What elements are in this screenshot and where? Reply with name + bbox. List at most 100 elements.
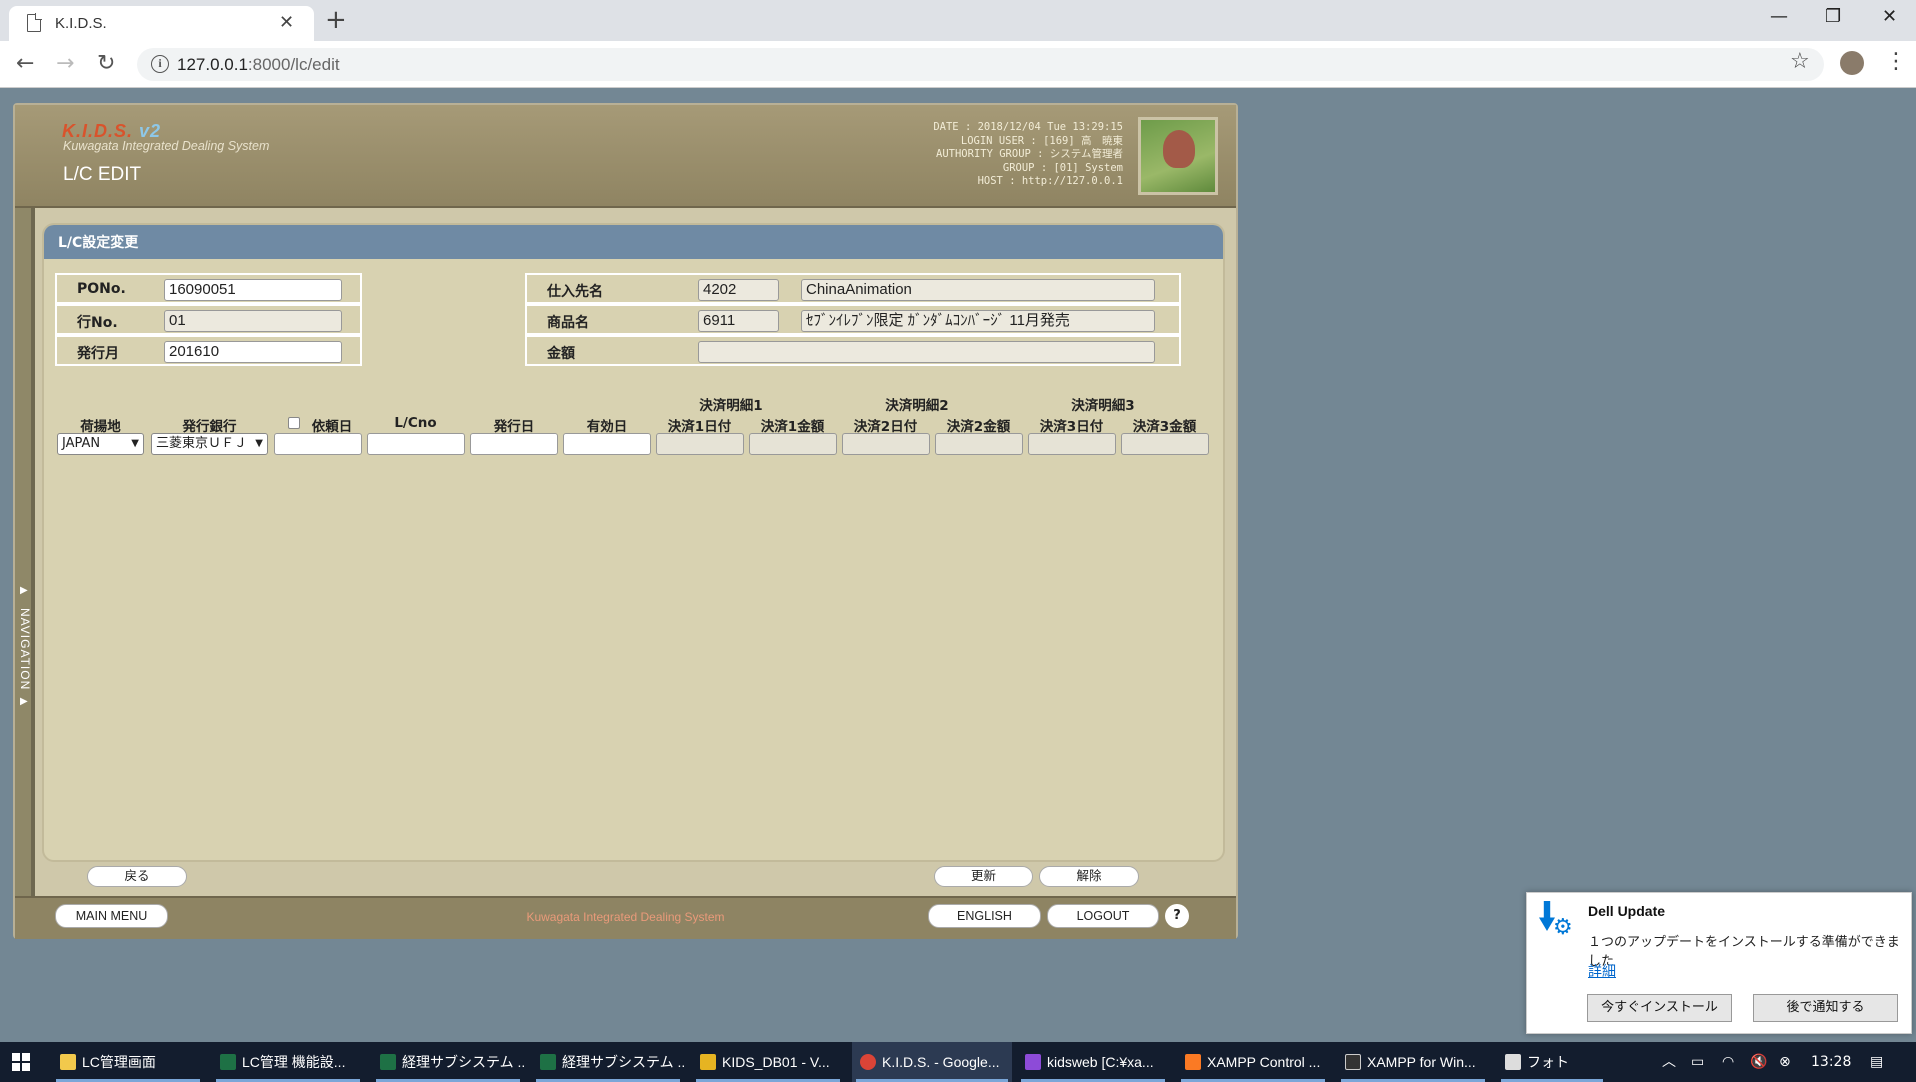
bookmark-star-icon[interactable]: ☆ (1790, 49, 1810, 74)
folder-icon (60, 1054, 76, 1070)
request-date-input[interactable] (274, 433, 362, 455)
logout-button[interactable]: LOGOUT (1047, 904, 1159, 928)
windows-start-icon[interactable] (12, 1053, 30, 1071)
product-code-input[interactable]: 6911 (698, 310, 779, 332)
new-tab-icon[interactable]: + (325, 5, 347, 35)
window-close-icon[interactable]: ✕ (1882, 6, 1897, 27)
taskbar-item-xampp-control[interactable]: XAMPP Control ... (1177, 1042, 1329, 1082)
taskbar-item-label: 経理サブシステム ... (562, 1054, 684, 1070)
install-now-button[interactable]: 今すぐインストール (1587, 994, 1732, 1022)
nav-expand-icon-bottom[interactable]: ▶ (20, 696, 28, 707)
back-arrow-icon[interactable]: ← (16, 51, 34, 76)
action-center-icon[interactable]: ▤ (1870, 1042, 1883, 1082)
kebab-menu-icon[interactable]: ⋮ (1885, 49, 1907, 74)
col-bank: 発行銀行 (182, 419, 237, 435)
info-host: HOST : http://127.0.0.1 (977, 175, 1123, 187)
info-login-user: LOGIN USER : [169] 高 暁東 (960, 134, 1123, 147)
settle2-date-input[interactable] (842, 433, 930, 455)
taskbar-item-folder[interactable]: LC管理画面 (52, 1042, 204, 1082)
settlement-group-1: 決済明細1 (699, 398, 763, 414)
logo-text: K.I.D.S. (62, 121, 134, 141)
english-button[interactable]: ENGLISH (928, 904, 1041, 928)
reload-icon[interactable]: ↻ (97, 51, 115, 76)
issue-month-input[interactable]: 201610 (164, 341, 342, 363)
remind-later-button[interactable]: 後で通知する (1753, 994, 1898, 1022)
col-request-date: 依頼日 (311, 419, 353, 435)
taskbar-item-chrome[interactable]: K.I.D.S. - Google... (852, 1042, 1012, 1082)
amount-field-row: 金額 (525, 335, 1181, 366)
col-issue-date: 発行日 (493, 419, 535, 435)
notification-details-link[interactable]: 詳細 (1588, 961, 1616, 981)
info-date: DATE : 2018/12/04 Tue 13:29:15 (933, 121, 1123, 133)
browser-tab[interactable]: K.I.D.S. ✕ (9, 6, 314, 41)
taskbar-item-phpstorm[interactable]: kidsweb [C:¥xa... (1017, 1042, 1169, 1082)
settle3-date-input[interactable] (1028, 433, 1116, 455)
restore-icon[interactable]: ❐ (1825, 6, 1841, 27)
settle2-amount-input[interactable] (935, 433, 1023, 455)
port-select[interactable]: JAPAN ▼ (57, 433, 144, 455)
issue-month-label: 発行月 (77, 346, 119, 362)
chevron-down-icon: ▼ (255, 438, 263, 449)
taskbar-item-photos[interactable]: フォト (1497, 1042, 1607, 1082)
close-tab-icon[interactable]: ✕ (279, 12, 294, 33)
dell-update-icon: ⚙ (1537, 901, 1573, 940)
taskbar-item-excel-3[interactable]: 経理サブシステム ... (532, 1042, 684, 1082)
port-select-value: JAPAN (62, 436, 101, 451)
notification-title: Dell Update (1588, 903, 1666, 919)
battery-icon[interactable]: ▭ (1691, 1042, 1704, 1082)
taskbar-item-label: フォト (1527, 1054, 1569, 1070)
col-settle3-amount: 決済3金額 (1132, 419, 1197, 435)
line-number-input[interactable]: 01 (164, 310, 342, 332)
url-text[interactable]: 127.0.0.1:8000/lc/edit (177, 55, 340, 75)
product-name-input[interactable]: ｾﾌﾞﾝｲﾚﾌﾞﾝ限定 ｶﾞﾝﾀﾞﾑｺﾝﾊﾞｰｼﾞ 11月発売 (801, 310, 1155, 332)
bank-select[interactable]: 三菱東京ＵＦＪ ▼ (151, 433, 268, 455)
supplier-name-input[interactable]: ChinaAnimation (801, 279, 1155, 301)
release-button[interactable]: 解除 (1039, 866, 1139, 887)
tab-title: K.I.D.S. (55, 15, 107, 32)
col-settle2-date: 決済2日付 (853, 419, 918, 435)
taskbar-item-label: K.I.D.S. - Google... (882, 1054, 1000, 1070)
info-group: GROUP : [01] System (1002, 161, 1123, 174)
settle3-amount-input[interactable] (1121, 433, 1209, 455)
address-bar[interactable]: i 127.0.0.1:8000/lc/edit (137, 48, 1824, 81)
help-button[interactable]: ? (1165, 904, 1189, 928)
info-authority-group: AUTHORITY GROUP : システム管理者 (936, 148, 1123, 160)
valid-date-input[interactable] (563, 433, 651, 455)
wifi-icon[interactable]: ◠ (1722, 1042, 1734, 1082)
taskbar-item-db[interactable]: KIDS_DB01 - V... (692, 1042, 844, 1082)
amount-input[interactable] (698, 341, 1155, 363)
lc-no-input[interactable] (367, 433, 465, 455)
mute-icon[interactable]: 🔇 (1750, 1042, 1767, 1082)
minimize-icon[interactable]: — (1770, 6, 1788, 27)
supplier-label: 仕入先名 (547, 284, 603, 300)
navigation-toggle[interactable]: ▶ NAVIGATION ▶ (15, 208, 35, 896)
select-all-checkbox[interactable] (288, 417, 300, 429)
info-icon[interactable]: i (151, 55, 169, 73)
po-field-row: PONo. 16090051 (55, 273, 362, 304)
logo-subtitle: Kuwagata Integrated Dealing System (63, 139, 270, 153)
back-button[interactable]: 戻る (87, 866, 187, 887)
taskbar-item-excel-2[interactable]: 経理サブシステム ... (372, 1042, 524, 1082)
col-settle2-amount: 決済2金額 (946, 419, 1011, 435)
chrome-icon (860, 1054, 876, 1070)
supplier-code-input[interactable]: 4202 (698, 279, 779, 301)
col-lc-no: L/Cno (394, 415, 437, 431)
url-host: 127.0.0.1 (177, 55, 248, 74)
profile-avatar-icon[interactable] (1840, 51, 1864, 75)
forward-arrow-icon[interactable]: → (56, 51, 74, 76)
taskbar-item-xampp-shell[interactable]: XAMPP for Win... (1337, 1042, 1489, 1082)
col-port: 荷揚地 (80, 419, 121, 435)
taskbar-item-excel-1[interactable]: LC管理 機能設... (212, 1042, 364, 1082)
settle1-amount-input[interactable] (749, 433, 837, 455)
user-avatar (1138, 117, 1218, 195)
chevron-up-icon[interactable]: ︿ (1662, 1042, 1676, 1082)
browser-toolbar: ← → ↻ i 127.0.0.1:8000/lc/edit ☆ ⋮ (0, 41, 1916, 88)
issue-date-input[interactable] (470, 433, 558, 455)
clock-time[interactable]: 13:28 (1811, 1042, 1851, 1082)
nav-expand-icon[interactable]: ▶ (20, 585, 28, 596)
settle1-date-input[interactable] (656, 433, 744, 455)
po-number-input[interactable]: 16090051 (164, 279, 342, 301)
terminal-icon (1345, 1054, 1361, 1070)
update-button[interactable]: 更新 (934, 866, 1033, 887)
error-icon[interactable]: ⊗ (1779, 1042, 1791, 1082)
